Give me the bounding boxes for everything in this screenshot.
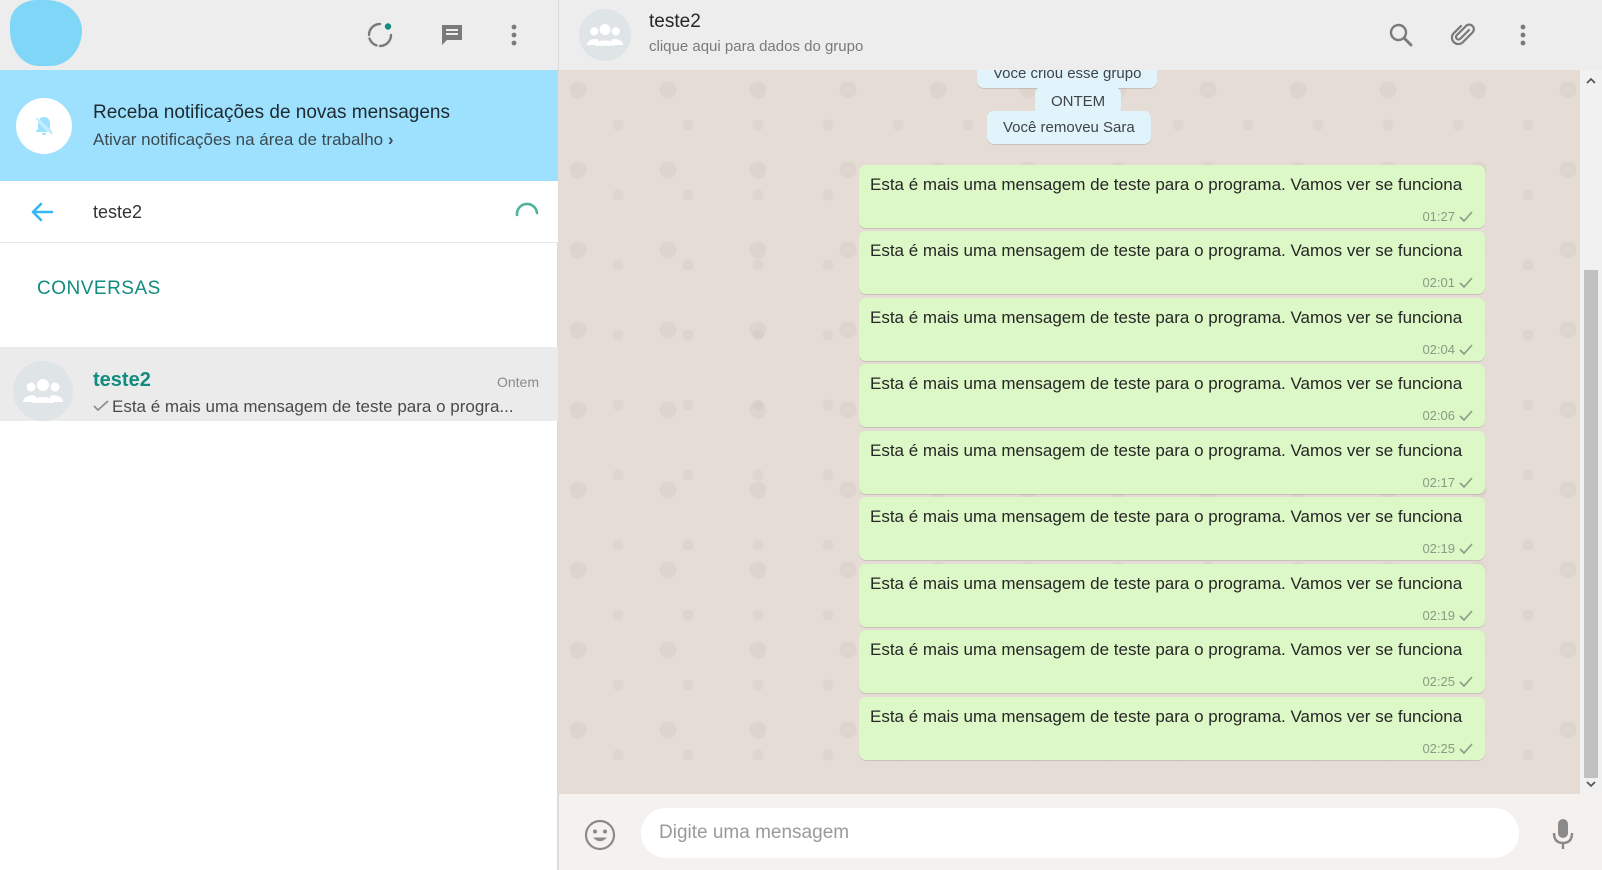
chevron-right-icon: ›	[387, 130, 394, 149]
notification-banner: Receba notificações de novas mensagens A…	[0, 70, 558, 181]
message-time: 02:25	[1422, 741, 1455, 756]
back-arrow-icon[interactable]	[28, 198, 56, 226]
message-text: Esta é mais uma mensagem de teste para o…	[870, 241, 1463, 260]
message-text: Esta é mais uma mensagem de teste para o…	[870, 507, 1463, 526]
message-text: Esta é mais uma mensagem de teste para o…	[870, 308, 1463, 327]
chat-name: teste2	[93, 369, 151, 391]
sidebar: Receba notificações de novas mensagens A…	[0, 0, 558, 870]
message-bubble[interactable]: Esta é mais uma mensagem de teste para o…	[859, 364, 1485, 427]
message-time: 02:17	[1422, 475, 1455, 490]
menu-icon[interactable]	[497, 18, 531, 52]
status-icon[interactable]	[363, 18, 397, 52]
message-time: 02:06	[1422, 408, 1455, 423]
message-meta: 02:06	[1422, 408, 1473, 423]
avatar[interactable]	[10, 0, 82, 66]
search-bar	[0, 181, 558, 243]
checkmark-icon	[1459, 543, 1473, 554]
checkmark-icon	[1459, 676, 1473, 687]
message-time: 02:01	[1422, 275, 1455, 290]
message-bubble[interactable]: Esta é mais uma mensagem de teste para o…	[859, 697, 1485, 760]
system-message: Você removeu Sara	[987, 111, 1151, 144]
message-time: 01:27	[1422, 209, 1455, 224]
list-item[interactable]: teste2 Ontem Esta é mais uma mensagem de…	[0, 347, 558, 421]
search-icon[interactable]	[1384, 18, 1418, 52]
checkmark-icon	[1459, 410, 1473, 421]
scroll-thumb[interactable]	[1584, 270, 1598, 778]
message-time: 02:19	[1422, 608, 1455, 623]
message-bubble[interactable]: Esta é mais uma mensagem de teste para o…	[859, 630, 1485, 693]
message-time: 02:19	[1422, 541, 1455, 556]
message-input[interactable]	[641, 808, 1519, 858]
chat-time: Ontem	[496, 374, 539, 390]
chat-preview: Esta é mais uma mensagem de teste para o…	[93, 397, 533, 417]
checkmark-icon	[1459, 610, 1473, 621]
conversation-header[interactable]: teste2 clique aqui para dados do grupo	[558, 0, 1602, 70]
checkmark-icon	[93, 400, 109, 412]
message-text: Esta é mais uma mensagem de teste para o…	[870, 574, 1463, 593]
section-title: CONVERSAS	[37, 278, 161, 299]
message-time: 02:04	[1422, 342, 1455, 357]
new-chat-icon[interactable]	[435, 18, 469, 52]
menu-icon[interactable]	[1506, 18, 1540, 52]
emoji-icon[interactable]	[583, 818, 617, 852]
scroll-up-icon[interactable]	[1584, 73, 1598, 87]
attach-icon[interactable]	[1446, 18, 1480, 52]
message-meta: 02:01	[1422, 275, 1473, 290]
sidebar-header	[0, 0, 558, 70]
message-text: Esta é mais uma mensagem de teste para o…	[870, 374, 1463, 393]
notifications-off-icon	[16, 98, 72, 154]
enable-notifications-label: Ativar notificações na área de trabalho	[93, 130, 384, 149]
message-bubble[interactable]: Esta é mais uma mensagem de teste para o…	[859, 298, 1485, 361]
message-meta: 02:19	[1422, 608, 1473, 623]
conversation-pane: teste2 clique aqui para dados do grupo V…	[558, 0, 1602, 870]
message-time: 02:25	[1422, 674, 1455, 689]
message-meta: 02:19	[1422, 541, 1473, 556]
notification-title: Receba notificações de novas mensagens	[93, 102, 451, 123]
group-info-link[interactable]: clique aqui para dados do grupo	[649, 38, 863, 55]
enable-notifications-link[interactable]: Ativar notificações na área de trabalho …	[93, 130, 394, 150]
checkmark-icon	[1459, 743, 1473, 754]
message-meta: 01:27	[1422, 209, 1473, 224]
scrollbar[interactable]	[1580, 70, 1602, 794]
message-text: Esta é mais uma mensagem de teste para o…	[870, 175, 1463, 194]
message-bubble[interactable]: Esta é mais uma mensagem de teste para o…	[859, 431, 1485, 494]
group-icon	[579, 9, 631, 61]
message-text: Esta é mais uma mensagem de teste para o…	[870, 441, 1463, 460]
search-input[interactable]	[93, 197, 493, 227]
checkmark-icon	[1459, 344, 1473, 355]
group-icon	[13, 361, 73, 421]
message-bubble[interactable]: Esta é mais uma mensagem de teste para o…	[859, 165, 1485, 228]
message-text: Esta é mais uma mensagem de teste para o…	[870, 707, 1463, 726]
message-meta: 02:25	[1422, 674, 1473, 689]
message-bubble[interactable]: Esta é mais uma mensagem de teste para o…	[859, 497, 1485, 560]
loading-spinner-icon	[515, 202, 539, 217]
chat-preview-text: Esta é mais uma mensagem de teste para o…	[112, 397, 514, 416]
scroll-down-icon[interactable]	[1584, 777, 1598, 791]
checkmark-icon	[1459, 477, 1473, 488]
message-list[interactable]: Você criou esse grupo ONTEM Você removeu…	[558, 70, 1580, 794]
message-meta: 02:25	[1422, 741, 1473, 756]
system-message: Você criou esse grupo	[977, 70, 1158, 88]
microphone-icon[interactable]	[1549, 816, 1577, 852]
composer	[558, 794, 1602, 870]
message-meta: 02:04	[1422, 342, 1473, 357]
message-bubble[interactable]: Esta é mais uma mensagem de teste para o…	[859, 564, 1485, 627]
message-meta: 02:17	[1422, 475, 1473, 490]
message-text: Esta é mais uma mensagem de teste para o…	[870, 640, 1463, 659]
conversation-title: teste2	[649, 11, 701, 32]
checkmark-icon	[1459, 277, 1473, 288]
message-bubble[interactable]: Esta é mais uma mensagem de teste para o…	[859, 231, 1485, 294]
checkmark-icon	[1459, 211, 1473, 222]
